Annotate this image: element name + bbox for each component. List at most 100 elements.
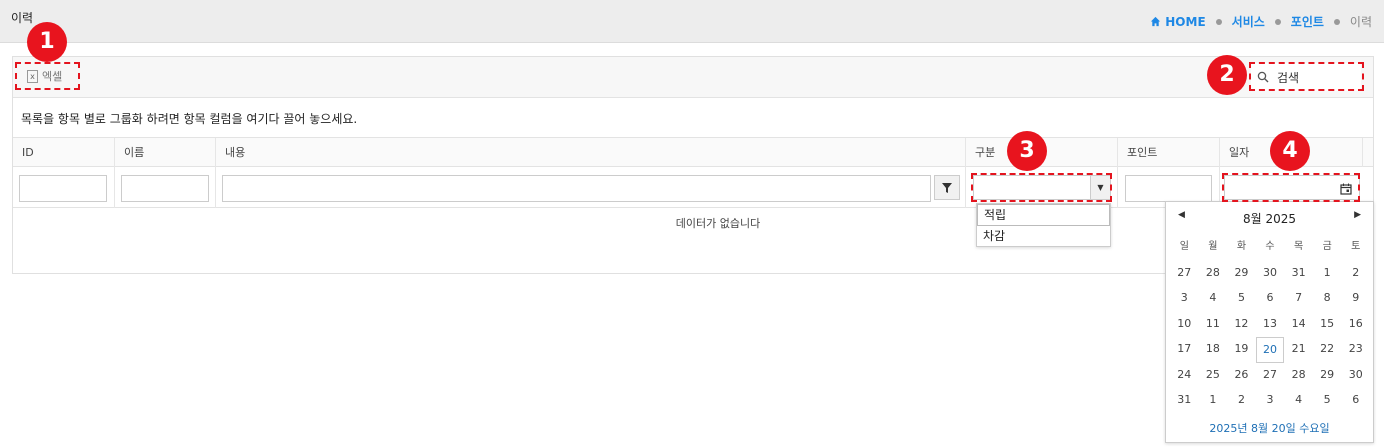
calendar-weekday: 화 [1236, 241, 1247, 252]
calendar-day[interactable]: 27 [1170, 261, 1199, 287]
group-drop-area[interactable]: 목록을 항목 별로 그룹화 하려면 항목 컬럼을 여기다 끌어 놓으세요. [13, 98, 1373, 138]
calendar-grid: 일 월 화 수 목 금 토 27 28 29 30 31 1 2 3 4 5 6 7 8 9 10 11 12 13 14 15 16… [1170, 235, 1370, 414]
calendar-day[interactable]: 30 [1256, 261, 1285, 287]
home-icon [1151, 16, 1161, 27]
calendar-week-row: 3456789 [1170, 286, 1370, 312]
calendar-day[interactable]: 4 [1199, 286, 1228, 312]
calendar-day[interactable]: 31 [1170, 388, 1199, 414]
calendar-weekday: 월 [1208, 241, 1218, 252]
calendar-day[interactable]: 6 [1256, 286, 1285, 312]
breadcrumb: HOME 서비스 포인트 이력 [1150, 13, 1372, 30]
calendar-day[interactable]: 21 [1284, 337, 1313, 363]
calendar-day[interactable]: 6 [1341, 388, 1370, 414]
dropdown-option-deduct[interactable]: 차감 [977, 226, 1110, 248]
callout-badge-2: 2 [1207, 55, 1247, 95]
calendar-day[interactable]: 29 [1313, 363, 1342, 389]
column-header-id[interactable]: ID [13, 138, 115, 167]
calendar-day[interactable]: 2 [1227, 388, 1256, 414]
callout-badge-4: 4 [1270, 131, 1310, 171]
calendar-day[interactable]: 8 [1313, 286, 1342, 312]
calendar-day[interactable]: 5 [1313, 388, 1342, 414]
calendar-day[interactable]: 24 [1170, 363, 1199, 389]
filter-name-input[interactable] [121, 175, 209, 202]
calendar-day[interactable]: 3 [1256, 388, 1285, 414]
filter-cell-id [13, 167, 115, 208]
filter-content-input[interactable] [222, 175, 931, 202]
bullet-icon [1215, 18, 1222, 25]
calendar-weekday: 일 [1179, 241, 1189, 252]
calendar-day[interactable]: 31 [1284, 261, 1313, 287]
bullet-icon [1274, 18, 1281, 25]
calendar-day[interactable]: 28 [1199, 261, 1228, 287]
calendar-day[interactable]: 29 [1227, 261, 1256, 287]
bullet-icon [1333, 18, 1340, 25]
calendar-week-row: 31 1 2 3 4 5 6 [1170, 388, 1370, 414]
calendar-weekday: 금 [1322, 241, 1332, 252]
dropdown-option-earn[interactable]: 적립 [977, 204, 1110, 226]
calendar-day[interactable]: 7 [1284, 286, 1313, 312]
calendar-day[interactable]: 30 [1341, 363, 1370, 389]
calendar-week-row: 27 28 29 30 31 1 2 [1170, 261, 1370, 287]
filter-point-input[interactable] [1125, 175, 1212, 202]
calendar-day[interactable]: 18 [1199, 337, 1228, 363]
calendar-day[interactable]: 2 [1341, 261, 1370, 287]
breadcrumb-home[interactable]: HOME [1150, 14, 1206, 29]
filter-button[interactable] [934, 175, 960, 200]
calendar-popup: ◀ 8월 2025 ▶ 일 월 화 수 목 금 토 27 28 29 30 31 1 2 3 4 5 6 7 8 9 10… [1165, 201, 1374, 443]
callout-box-3 [971, 173, 1112, 202]
calendar-header: ◀ 8월 2025 ▶ [1166, 202, 1373, 232]
calendar-day[interactable]: 4 [1284, 388, 1313, 414]
calendar-weekday-row: 일월화수목금토 [1170, 235, 1370, 261]
calendar-day[interactable]: 22 [1313, 337, 1342, 363]
calendar-day[interactable]: 16 [1341, 312, 1370, 338]
calendar-day[interactable]: 5 [1227, 286, 1256, 312]
filter-cell-content [216, 167, 966, 208]
calendar-day[interactable]: 10 [1170, 312, 1199, 338]
column-header-point[interactable]: 포인트 [1118, 138, 1220, 167]
filter-icon [942, 182, 952, 193]
breadcrumb-home-label: HOME [1165, 14, 1206, 29]
type-dropdown-list: 적립 차감 [976, 203, 1111, 247]
callout-box-1 [15, 62, 80, 90]
calendar-day[interactable]: 14 [1284, 312, 1313, 338]
calendar-day[interactable]: 15 [1313, 312, 1342, 338]
filter-id-input[interactable] [19, 175, 107, 202]
calendar-day[interactable]: 1 [1199, 388, 1228, 414]
callout-badge-1: 1 [27, 22, 67, 62]
calendar-today-link[interactable]: 2025년 8월 20일 수요일 [1166, 420, 1373, 436]
calendar-weekday: 토 [1351, 241, 1361, 252]
calendar-day[interactable]: 13 [1256, 312, 1285, 338]
breadcrumb-point[interactable]: 포인트 [1291, 13, 1324, 30]
column-header-row: ID 이름 내용 구분 포인트 일자 [13, 138, 1373, 167]
calendar-day[interactable]: 17 [1170, 337, 1199, 363]
calendar-day[interactable]: 20 [1255, 337, 1285, 363]
calendar-week-row: 17 18 19 20 21 22 23 [1170, 337, 1370, 363]
calendar-title[interactable]: 8월 2025 [1166, 210, 1373, 227]
breadcrumb-current: 이력 [1349, 15, 1372, 29]
calendar-day[interactable]: 3 [1170, 286, 1199, 312]
calendar-day[interactable]: 26 [1227, 363, 1256, 389]
calendar-day[interactable]: 23 [1341, 337, 1370, 363]
top-bar: 이력 HOME 서비스 포인트 이력 [0, 0, 1384, 43]
calendar-day[interactable]: 25 [1199, 363, 1228, 389]
calendar-day[interactable]: 19 [1227, 337, 1256, 363]
calendar-day[interactable]: 11 [1199, 312, 1228, 338]
column-header-name[interactable]: 이름 [115, 138, 216, 167]
calendar-day[interactable]: 1 [1313, 261, 1342, 287]
calendar-week-row: 24 25 26 27 28 29 30 [1170, 363, 1370, 389]
callout-box-2 [1249, 62, 1364, 91]
callout-box-4 [1222, 173, 1360, 202]
calendar-day[interactable]: 27 [1256, 363, 1285, 389]
calendar-next-button[interactable]: ▶ [1354, 210, 1361, 220]
calendar-week-row: 10 11 12 13 14 15 16 [1170, 312, 1370, 338]
calendar-day[interactable]: 9 [1341, 286, 1370, 312]
calendar-day[interactable]: 28 [1284, 363, 1313, 389]
grid-toolbar: x 엑셀 검색 [13, 57, 1373, 98]
calendar-weekday: 목 [1294, 241, 1304, 252]
filter-cell-name [115, 167, 216, 208]
calendar-day[interactable]: 12 [1227, 312, 1256, 338]
callout-badge-3: 3 [1007, 131, 1047, 171]
column-header-content[interactable]: 내용 [216, 138, 966, 167]
page-title: 이력 [11, 11, 34, 25]
breadcrumb-service[interactable]: 서비스 [1232, 13, 1265, 30]
